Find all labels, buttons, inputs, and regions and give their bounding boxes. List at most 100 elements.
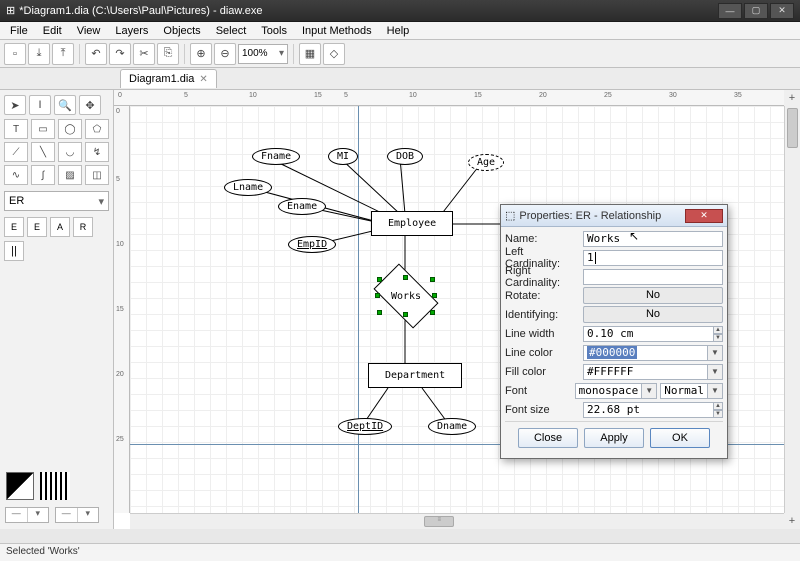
attr-empid[interactable]: EmpID — [288, 236, 336, 253]
dialog-icon: ⬚ — [505, 209, 515, 222]
spinner-font-size[interactable]: ▲▼ — [713, 402, 723, 418]
scroll-tool[interactable]: ✥ — [79, 95, 101, 115]
dialog-body: Name: Works Left Cardinality: 1 Right Ca… — [501, 227, 727, 458]
input-line-width[interactable]: 0.10 cm — [583, 326, 714, 342]
input-name[interactable]: Works — [583, 231, 723, 247]
input-fill-color[interactable]: #FFFFFF — [583, 364, 708, 380]
attr-age[interactable]: Age — [468, 154, 504, 171]
menubar: File Edit View Layers Objects Select Too… — [0, 22, 800, 40]
attr-dob[interactable]: DOB — [387, 148, 423, 165]
close-button[interactable]: Close — [518, 428, 578, 448]
undo-button[interactable]: ↶ — [85, 43, 107, 65]
beziergon-tool[interactable]: ⟋ — [4, 142, 28, 162]
horizontal-scrollbar[interactable]: ≡ — [130, 513, 784, 529]
polygon-tool[interactable]: ⬠ — [85, 119, 109, 139]
line-end-style[interactable]: —▾ — [55, 507, 99, 523]
er-attribute-tool[interactable]: A — [50, 217, 70, 237]
menu-view[interactable]: View — [71, 24, 107, 38]
attr-mi[interactable]: MI — [328, 148, 358, 165]
app-icon: ⊞ — [6, 4, 15, 17]
dialog-titlebar[interactable]: ⬚ Properties: ER - Relationship ✕ — [501, 205, 727, 227]
menu-help[interactable]: Help — [381, 24, 416, 38]
window-close-button[interactable]: ✕ — [770, 3, 794, 19]
spinner-line-width[interactable]: ▲▼ — [713, 326, 723, 342]
entity-department[interactable]: Department — [368, 363, 462, 388]
line-pattern-swatch[interactable] — [40, 472, 70, 500]
color-swatch-row — [2, 464, 111, 504]
bezier-tool[interactable]: ∫ — [31, 165, 55, 185]
cut-button[interactable]: ✂ — [133, 43, 155, 65]
polyline-tool[interactable]: ∿ — [4, 165, 28, 185]
apply-button[interactable]: Apply — [584, 428, 644, 448]
open-button[interactable]: ⤓ — [28, 43, 50, 65]
toggle-identifying[interactable]: No — [583, 306, 723, 323]
er-weak-entity-tool[interactable]: E — [27, 217, 47, 237]
attr-lname[interactable]: Lname — [224, 179, 272, 196]
new-button[interactable]: ▫ — [4, 43, 26, 65]
zigzag-tool[interactable]: ↯ — [85, 142, 109, 162]
outline-tool[interactable]: ◫ — [85, 165, 109, 185]
copy-button[interactable]: ⎘ — [157, 43, 179, 65]
input-line-color[interactable]: #000000 — [583, 345, 708, 361]
tab-close-icon[interactable]: ✕ — [199, 74, 207, 85]
redo-button[interactable]: ↷ — [109, 43, 131, 65]
arc-tool[interactable]: ◡ — [58, 142, 82, 162]
dialog-close-button[interactable]: ✕ — [685, 209, 723, 223]
magnify-tool[interactable]: 🔍 — [54, 95, 76, 115]
image-tool[interactable]: ▨ — [58, 165, 82, 185]
menu-file[interactable]: File — [4, 24, 34, 38]
attr-ename[interactable]: Ename — [278, 198, 326, 215]
ellipse-tool[interactable]: ◯ — [58, 119, 82, 139]
zoom-out-button[interactable]: ⊖ — [214, 43, 236, 65]
attr-deptid[interactable]: DeptID — [338, 418, 392, 435]
menu-input-methods[interactable]: Input Methods — [296, 24, 378, 38]
er-relationship-tool[interactable]: R — [73, 217, 93, 237]
relationship-works[interactable]: Works — [378, 278, 434, 314]
minimize-button[interactable]: — — [718, 3, 742, 19]
shape-sheet-value: ER — [9, 195, 24, 207]
zoom-combo[interactable]: 100%▾ — [238, 44, 288, 64]
document-tab[interactable]: Diagram1.dia ✕ — [120, 69, 217, 88]
scroll-corner-add-top[interactable]: + — [784, 90, 800, 106]
menu-select[interactable]: Select — [210, 24, 253, 38]
line-tool[interactable]: ╲ — [31, 142, 55, 162]
dropdown-font-style[interactable]: ▼ — [707, 383, 723, 399]
line-start-style[interactable]: —▾ — [5, 507, 49, 523]
grid-button[interactable]: ▦ — [299, 43, 321, 65]
menu-edit[interactable]: Edit — [37, 24, 68, 38]
menu-tools[interactable]: Tools — [255, 24, 293, 38]
zoom-in-button[interactable]: ⊕ — [190, 43, 212, 65]
text-tool[interactable]: I — [29, 95, 51, 115]
dropdown-fill-color[interactable]: ▼ — [707, 364, 723, 380]
er-entity-tool[interactable]: E — [4, 217, 24, 237]
vertical-ruler: 0 5 10 15 20 25 — [114, 106, 130, 513]
separator — [79, 44, 80, 64]
fg-bg-swatch[interactable] — [6, 472, 34, 500]
text-shape-tool[interactable]: T — [4, 119, 28, 139]
input-right-cardinality[interactable] — [583, 269, 723, 285]
box-tool[interactable]: ▭ — [31, 119, 55, 139]
shape-sheet-selector[interactable]: ER — [4, 191, 109, 211]
scroll-corner-add[interactable]: + — [784, 513, 800, 529]
toggle-rotate[interactable]: No — [583, 287, 723, 304]
maximize-button[interactable]: ▢ — [744, 3, 768, 19]
pointer-tool[interactable]: ➤ — [4, 95, 26, 115]
input-font-family[interactable]: monospace — [575, 383, 643, 399]
main-toolbar: ▫ ⤓ ⤒ ↶ ↷ ✂ ⎘ ⊕ ⊖ 100%▾ ▦ ◇ — [0, 40, 800, 68]
snap-button[interactable]: ◇ — [323, 43, 345, 65]
attr-fname[interactable]: Fname — [252, 148, 300, 165]
attr-dname[interactable]: Dname — [428, 418, 476, 435]
save-button[interactable]: ⤒ — [52, 43, 74, 65]
dropdown-line-color[interactable]: ▼ — [707, 345, 723, 361]
input-font-size[interactable]: 22.68 pt — [583, 402, 714, 418]
input-left-cardinality[interactable]: 1 — [583, 250, 723, 266]
input-font-style[interactable]: Normal — [660, 383, 708, 399]
er-participation-tool[interactable]: || — [4, 241, 24, 261]
dropdown-font-family[interactable]: ▼ — [641, 383, 657, 399]
entity-employee[interactable]: Employee — [371, 211, 453, 236]
vertical-scrollbar[interactable] — [784, 106, 800, 513]
menu-layers[interactable]: Layers — [109, 24, 154, 38]
menu-objects[interactable]: Objects — [157, 24, 206, 38]
properties-dialog[interactable]: ⬚ Properties: ER - Relationship ✕ Name: … — [500, 204, 728, 459]
ok-button[interactable]: OK — [650, 428, 710, 448]
